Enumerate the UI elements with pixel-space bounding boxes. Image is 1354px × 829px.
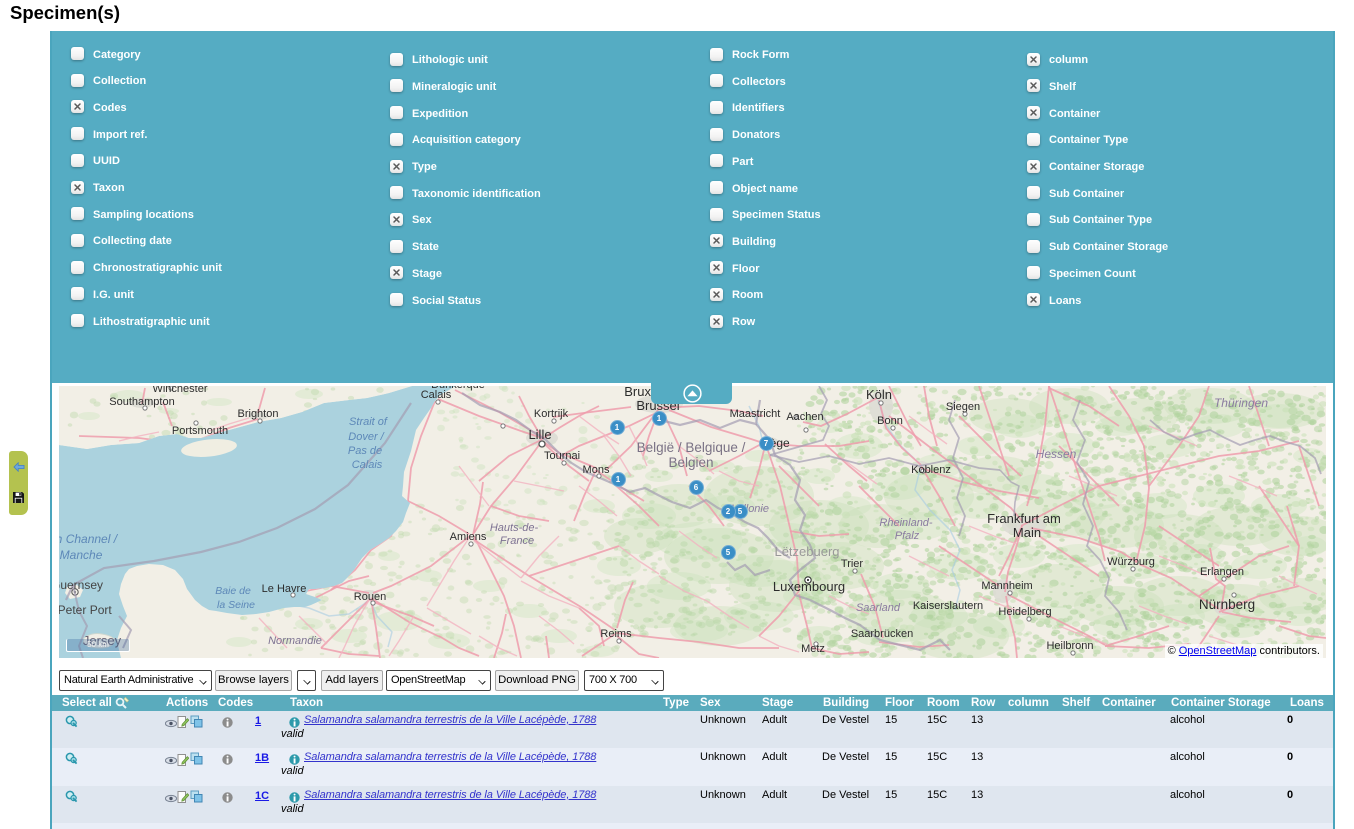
svg-text:Metz: Metz [801, 643, 825, 655]
svg-text:Southampton: Southampton [109, 396, 174, 408]
svg-text:Luxembourg: Luxembourg [773, 579, 845, 594]
svg-text:Amiens: Amiens [450, 531, 487, 543]
svg-text:Winchester: Winchester [152, 386, 207, 395]
svg-text:Erlangen: Erlangen [1200, 566, 1244, 578]
svg-text:Pas de: Pas de [348, 445, 382, 457]
svg-text:Hauts-de-: Hauts-de- [490, 522, 539, 534]
svg-text:Thüringen: Thüringen [1214, 396, 1268, 410]
svg-text:Main: Main [1013, 525, 1041, 540]
svg-text:Reims: Reims [600, 628, 632, 640]
svg-text:Dover /: Dover / [348, 431, 384, 443]
svg-text:Aachen: Aachen [786, 411, 823, 423]
svg-text:Lëtzebuerg: Lëtzebuerg [774, 544, 839, 559]
svg-text:Frankfurt am: Frankfurt am [987, 511, 1061, 526]
svg-text:Le Havre: Le Havre [262, 583, 307, 595]
svg-text:Rouen: Rouen [354, 591, 386, 603]
svg-text:Hessen: Hessen [1036, 447, 1077, 461]
svg-text:Belgien: Belgien [668, 455, 713, 470]
svg-text:Saarbrücken: Saarbrücken [851, 628, 913, 640]
svg-text:Siegen: Siegen [946, 401, 980, 413]
svg-text:België / Belgique /: België / Belgique / [637, 440, 746, 455]
svg-text:Nürnberg: Nürnberg [1199, 597, 1255, 612]
svg-text:Mannheim: Mannheim [981, 580, 1032, 592]
svg-text:Calais: Calais [352, 459, 383, 471]
svg-text:Saarland: Saarland [856, 602, 901, 614]
svg-text:Strait of: Strait of [349, 416, 388, 428]
svg-text:Pfalz: Pfalz [895, 530, 920, 542]
svg-text:Mons: Mons [583, 464, 610, 476]
svg-text:Heilbronn: Heilbronn [1046, 640, 1093, 652]
svg-text:Guernsey: Guernsey [59, 578, 103, 592]
svg-text:Kortrijk: Kortrijk [534, 408, 569, 420]
svg-text:la Seine: la Seine [217, 599, 255, 611]
svg-text:Würzburg: Würzburg [1107, 556, 1155, 568]
svg-text:Maastricht: Maastricht [730, 408, 781, 420]
svg-text:France: France [500, 535, 534, 547]
svg-text:Brighton: Brighton [238, 408, 279, 420]
svg-text:English Channel /: English Channel / [59, 532, 119, 546]
svg-text:Trier: Trier [841, 558, 864, 570]
svg-text:Normandie: Normandie [268, 635, 322, 647]
svg-text:Bonn: Bonn [877, 415, 903, 427]
svg-text:La Manche: La Manche [59, 548, 103, 562]
svg-text:Köln: Köln [866, 387, 892, 402]
svg-text:Kaiserslautern: Kaiserslautern [913, 600, 983, 612]
svg-text:Koblenz: Koblenz [911, 464, 951, 476]
svg-text:St Peter Port: St Peter Port [59, 603, 112, 617]
svg-text:Tournai: Tournai [544, 450, 580, 462]
svg-text:Portsmouth: Portsmouth [172, 425, 228, 437]
svg-text:Baie de: Baie de [215, 585, 251, 597]
svg-text:Rheinland-: Rheinland- [879, 517, 933, 529]
svg-text:Dunkerque: Dunkerque [431, 386, 485, 391]
svg-text:Heidelberg: Heidelberg [998, 606, 1051, 618]
svg-text:Lille: Lille [528, 427, 551, 442]
